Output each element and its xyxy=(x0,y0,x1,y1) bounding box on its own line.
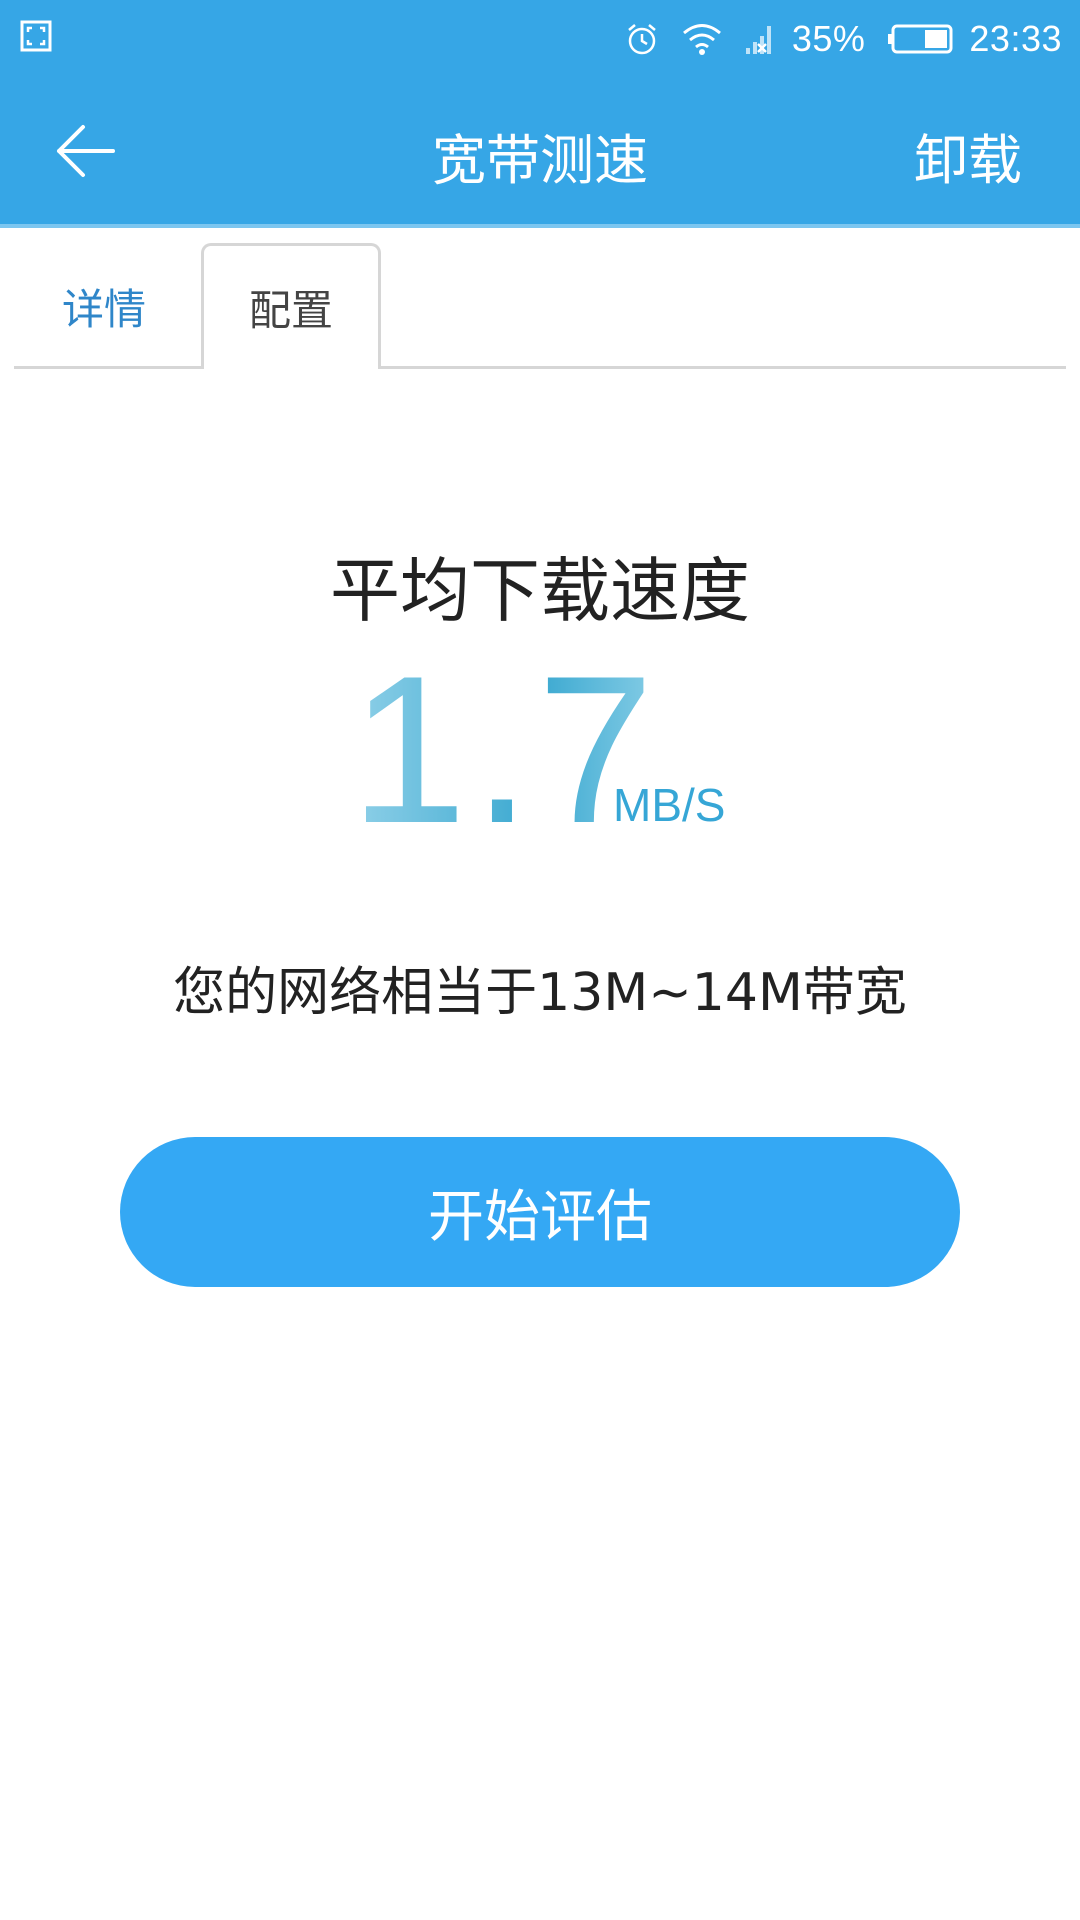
uninstall-button[interactable]: 卸载 xyxy=(914,116,1022,195)
status-icons: 35% 23:33 xyxy=(602,14,1062,64)
start-evaluation-button[interactable]: 开始评估 xyxy=(120,1137,960,1287)
status-bar: 35% 23:33 xyxy=(0,0,1080,78)
speed-unit: MB/S xyxy=(613,779,726,831)
clock: 23:33 xyxy=(969,18,1062,59)
battery-percent: 35% xyxy=(791,18,866,59)
alarm-icon xyxy=(624,21,660,57)
app-bar: 宽带测速 卸载 xyxy=(0,78,1080,224)
speed-display: 1.7 MB/S xyxy=(0,645,1080,855)
average-speed-label: 平均下载速度 xyxy=(330,550,750,632)
tab-config[interactable]: 配置 xyxy=(201,243,381,369)
wifi-icon xyxy=(682,22,722,56)
bandwidth-text: 您的网络相当于13M~14M带宽 xyxy=(173,963,907,1023)
tab-details[interactable]: 详情 xyxy=(14,243,194,369)
app-root: 35% 23:33 宽带测速 卸载 详情 配置 平均下载速度 1.7 MB/S … xyxy=(0,0,1080,1920)
tab-bar: 详情 配置 xyxy=(14,243,1066,369)
signal-off-icon xyxy=(744,22,778,56)
battery-icon xyxy=(887,23,955,55)
screenshot-icon xyxy=(20,20,52,52)
header: 35% 23:33 宽带测速 卸载 xyxy=(0,0,1080,228)
